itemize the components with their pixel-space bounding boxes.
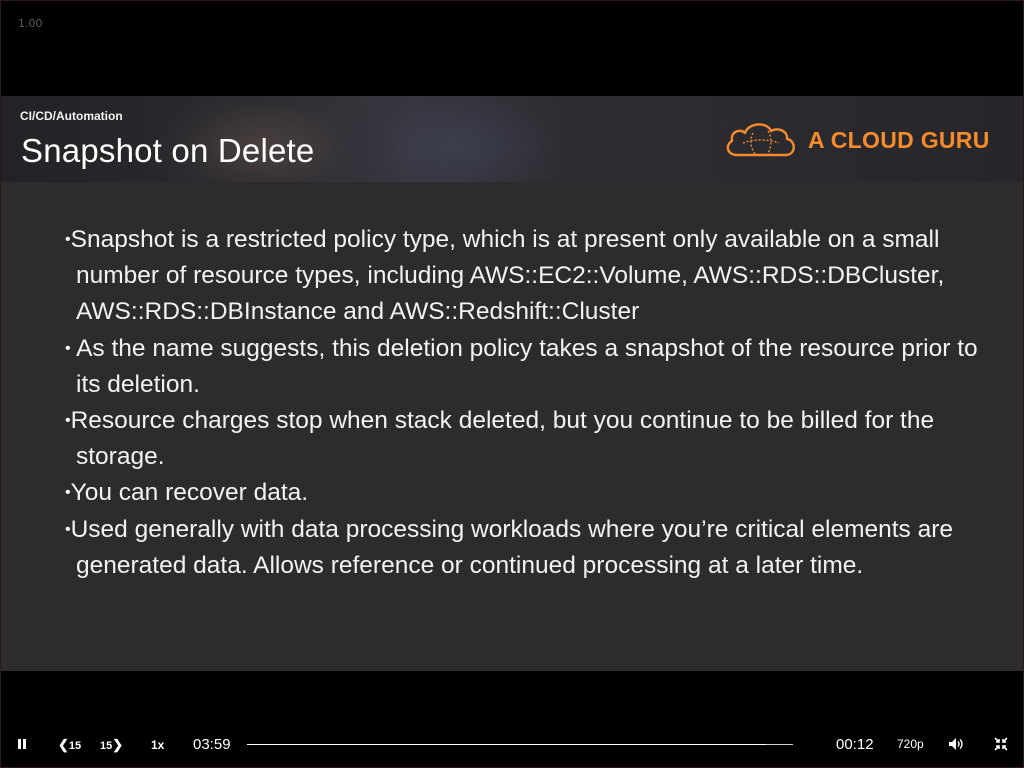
progress-scrubber[interactable] — [247, 744, 793, 745]
rewind-15-button[interactable]: ❮15 — [58, 737, 81, 753]
volume-icon — [949, 738, 963, 750]
slide-breadcrumb: CI/CD/Automation — [20, 109, 123, 123]
remaining-time: 00:12 — [836, 736, 874, 753]
list-item: •Resource charges stop when stack delete… — [65, 407, 935, 471]
progress-fill — [247, 744, 766, 745]
player-control-bar: ❮15 15❯ 1x 03:59 00:12 720p — [0, 726, 1024, 766]
presenter-video-background-secondary — [331, 96, 591, 182]
forward-15-button[interactable]: 15❯ — [100, 737, 123, 753]
volume-button[interactable] — [948, 737, 964, 756]
exit-fullscreen-button[interactable] — [994, 737, 1008, 756]
presentation-slide: CI/CD/Automation Snapshot on Delete A CL… — [1, 96, 1023, 671]
exit-fullscreen-icon — [994, 737, 1008, 751]
playback-speed-button[interactable]: 1x — [151, 738, 164, 752]
slide-bullet-list: •Snapshot is a restricted policy type, w… — [65, 222, 995, 584]
quality-button[interactable]: 720p — [897, 737, 924, 751]
rewind-15-label: 15 — [68, 740, 82, 752]
chevron-right-icon: ❯ — [112, 737, 124, 752]
list-item: •Used generally with data processing wor… — [65, 515, 954, 579]
brand-logo: A CLOUD GURU — [723, 118, 990, 162]
cloud-logo-icon — [726, 123, 795, 157]
forward-15-label: 15 — [100, 740, 113, 752]
pause-button[interactable] — [17, 739, 27, 749]
chevron-left-icon: ❮ — [58, 737, 69, 752]
slide-header: CI/CD/Automation Snapshot on Delete A CL… — [1, 96, 1023, 182]
brand-logo-text: A CLOUD GURU — [808, 126, 990, 153]
playback-rate-overlay: 1.00 — [18, 17, 43, 30]
list-item: • As the name suggests, this deletion po… — [65, 334, 978, 398]
slide-title: Snapshot on Delete — [21, 132, 315, 169]
list-item: •You can recover data. — [65, 479, 309, 507]
current-time: 03:59 — [193, 736, 231, 753]
list-item: •Snapshot is a restricted policy type, w… — [65, 226, 945, 326]
